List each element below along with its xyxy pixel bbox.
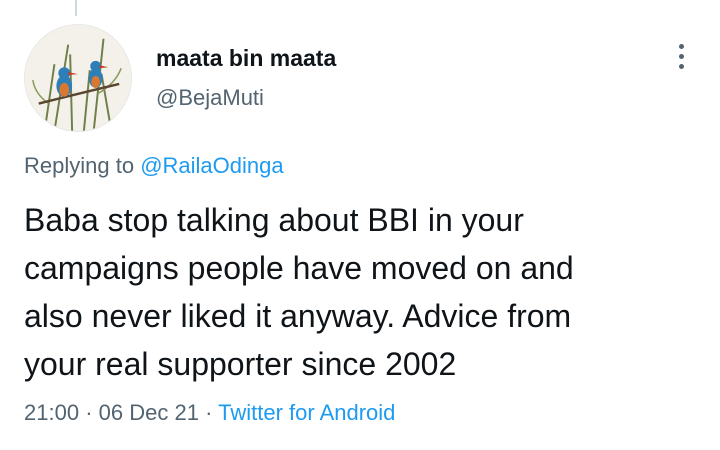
meta-separator: ·	[205, 400, 213, 425]
replying-to-line: Replying to @RailaOdinga	[24, 150, 284, 182]
author-display-name[interactable]: maata bin maata	[156, 44, 336, 72]
more-options-icon[interactable]	[670, 40, 692, 72]
more-dot	[678, 43, 684, 49]
meta-separator: ·	[85, 400, 93, 425]
tweet-time[interactable]: 21:00	[24, 400, 79, 425]
tweet-text: Baba stop talking about BBI in your camp…	[24, 196, 704, 388]
author-handle[interactable]: @BejaMuti	[156, 84, 336, 112]
avatar[interactable]	[24, 24, 132, 132]
more-dot	[678, 53, 684, 59]
replying-prefix: Replying to	[24, 153, 135, 178]
kingfisher-avatar-icon	[25, 25, 131, 131]
tweet-source[interactable]: Twitter for Android	[218, 400, 395, 425]
tweet-author[interactable]: maata bin maata @BejaMuti	[156, 44, 336, 112]
tweet-text-line: Baba stop talking about BBI in your	[24, 202, 524, 238]
tweet-text-line: your real supporter since 2002	[24, 346, 457, 382]
tweet-text-line: campaigns people have moved on and	[24, 250, 574, 286]
tweet-metadata: 21:00 · 06 Dec 21 · Twitter for Android	[24, 397, 395, 429]
thread-connector-line	[75, 0, 77, 16]
tweet-date[interactable]: 06 Dec 21	[99, 400, 199, 425]
tweet-text-line: also never liked it anyway. Advice from	[24, 298, 572, 334]
more-dot	[678, 63, 684, 69]
replying-to-mention[interactable]: @RailaOdinga	[140, 153, 283, 178]
